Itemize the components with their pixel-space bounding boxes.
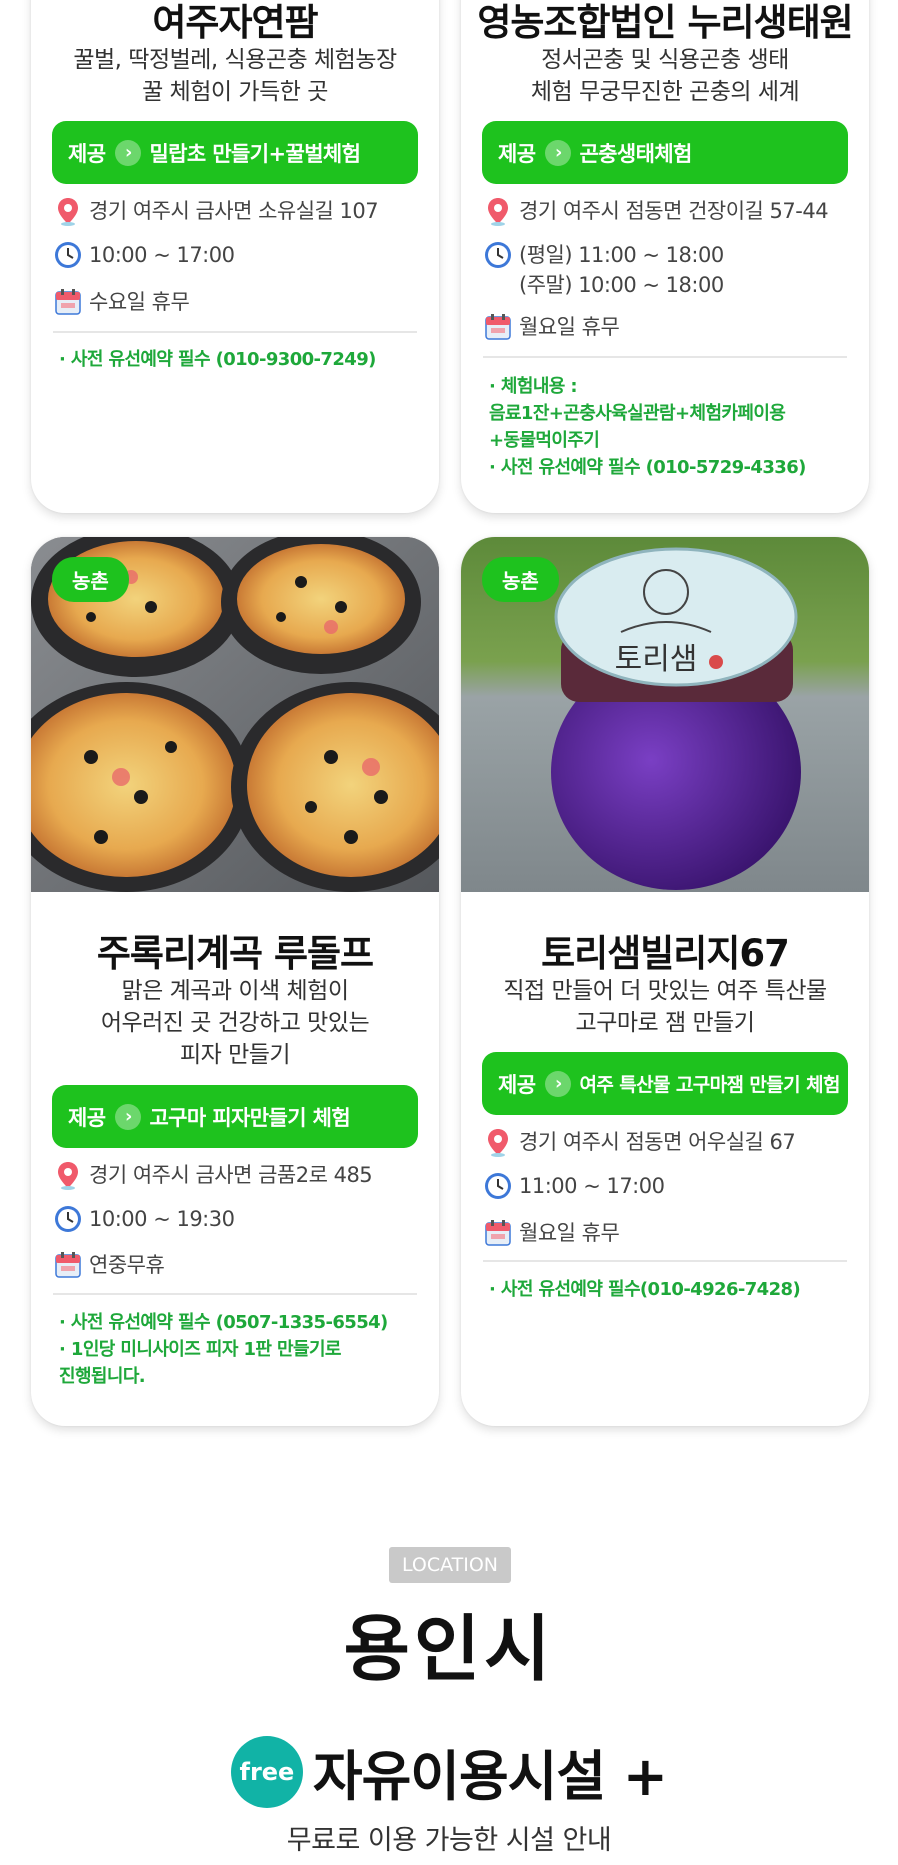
experience-card[interactable]: 여주자연팜 꿀벌, 딱정벌레, 식용곤충 체험농장 꿀 체험이 가득한 곳 제공…: [31, 0, 439, 513]
offer-label: 여주 특산물 고구마잼 만들기 체험: [579, 1074, 840, 1096]
free-badge: free: [230, 1735, 303, 1808]
calendar-icon: [53, 1250, 83, 1280]
chevron-right-icon: ›: [545, 139, 572, 166]
chevron-right-icon: ›: [545, 1070, 572, 1097]
card-title: 토리샘빌리지67: [541, 932, 790, 975]
map-pin-icon: [53, 196, 83, 226]
closed-row: 수요일 휴무: [53, 287, 429, 317]
offer-prefix: 제공: [498, 1072, 536, 1097]
jar-label: 토리샘: [615, 642, 698, 677]
closed-row: 월요일 휴무: [483, 1218, 859, 1248]
calendar-icon: [483, 312, 513, 342]
map-pin-icon: [53, 1160, 83, 1190]
divider: [53, 1293, 417, 1295]
free-facilities-subtitle: 무료로 이용 가능한 시설 안내: [286, 1825, 612, 1856]
offer-prefix: 제공: [68, 1105, 106, 1130]
clock-icon: [53, 1204, 83, 1234]
card-title: 여주자연팜: [152, 1, 318, 44]
offer-label: 밀랍초 만들기+꿀벌체험: [149, 141, 361, 166]
offer-button[interactable]: 제공 › 밀랍초 만들기+꿀벌체험: [52, 121, 418, 184]
chevron-right-icon: ›: [115, 139, 142, 166]
address-row: 경기 여주시 금사면 금품2로 485: [53, 1160, 429, 1190]
chevron-right-icon: ›: [115, 1103, 142, 1130]
category-tag: 농촌: [482, 557, 559, 602]
offer-button[interactable]: 제공 › 고구마 피자만들기 체험: [52, 1085, 418, 1148]
card-description: 직접 만들어 더 맛있는 여주 특산물 고구마로 잼 만들기: [503, 978, 827, 1036]
offer-label: 고구마 피자만들기 체험: [149, 1105, 351, 1130]
address-row: 경기 여주시 금사면 소유실길 107: [53, 196, 429, 226]
map-pin-icon: [483, 1127, 513, 1157]
hours-row: 10:00 ~ 19:30: [53, 1204, 429, 1234]
offer-label: 곤충생태체험: [579, 141, 692, 166]
divider: [483, 356, 847, 358]
category-tag: 농촌: [52, 557, 129, 602]
hours-row: (평일) 11:00 ~ 18:00 (주말) 10:00 ~ 18:00: [483, 240, 859, 300]
free-facilities-heading: free 자유이용시설 +: [0, 1732, 898, 1811]
address-row: 경기 여주시 점동면 어우실길 67: [483, 1127, 859, 1157]
card-description: 정서곤충 및 식용곤충 생태 체험 무궁무진한 곤충의 세계: [530, 47, 800, 105]
divider: [53, 331, 417, 333]
experience-card[interactable]: 토리샘 농촌 토리샘빌리지67 직접 만들어 더 맛있는 여주 특산물 고구마로…: [461, 537, 869, 1426]
card-description: 맑은 계곡과 이색 체험이 어우러진 곳 건강하고 맛있는 피자 만들기: [100, 978, 370, 1068]
free-facilities-title: 자유이용시설 +: [312, 1745, 668, 1808]
offer-prefix: 제공: [498, 141, 536, 166]
hours-row: 11:00 ~ 17:00: [483, 1171, 859, 1201]
experience-card[interactable]: 영농조합법인 누리생태원 정서곤충 및 식용곤충 생태 체험 무궁무진한 곤충의…: [461, 0, 869, 513]
address-row: 경기 여주시 점동면 건장이길 57-44: [483, 196, 859, 226]
card-notes: · 체험내용 : 음료1잔+곤충사육실관람+체험카페이용 +동물먹이주기 · 사…: [489, 376, 806, 478]
calendar-icon: [53, 287, 83, 317]
card-title: 영농조합법인 누리생태원: [477, 1, 853, 44]
card-notes: · 사전 유선예약 필수(010-4926-7428): [489, 1279, 801, 1300]
card-description: 꿀벌, 딱정벌레, 식용곤충 체험농장 꿀 체험이 가득한 곳: [73, 47, 397, 105]
offer-prefix: 제공: [68, 141, 106, 166]
clock-icon: [53, 240, 83, 270]
card-notes: · 사전 유선예약 필수 (010-9300-7249): [59, 349, 376, 370]
pizza-photo: 농촌: [31, 537, 439, 892]
divider: [483, 1260, 847, 1262]
experience-card[interactable]: 농촌 주록리계곡 루돌프 맑은 계곡과 이색 체험이 어우러진 곳 건강하고 맛…: [31, 537, 439, 1426]
calendar-icon: [483, 1218, 513, 1248]
clock-icon: [483, 240, 513, 270]
offer-button[interactable]: 제공 › 곤충생태체험: [482, 121, 848, 184]
city-title: 용인시: [343, 1607, 555, 1691]
location-badge: LOCATION: [389, 1547, 511, 1583]
clock-icon: [483, 1171, 513, 1201]
closed-row: 월요일 휴무: [483, 312, 859, 342]
card-notes: · 사전 유선예약 필수 (0507-1335-6554) · 1인당 미니사이…: [59, 1312, 388, 1387]
card-title: 주록리계곡 루돌프: [96, 932, 374, 975]
map-pin-icon: [483, 196, 513, 226]
offer-button[interactable]: 제공 › 여주 특산물 고구마잼 만들기 체험: [482, 1052, 848, 1115]
hours-row: 10:00 ~ 17:00: [53, 240, 429, 270]
jam-jar-photo: 토리샘 농촌: [461, 537, 869, 892]
closed-row: 연중무휴: [53, 1250, 429, 1280]
